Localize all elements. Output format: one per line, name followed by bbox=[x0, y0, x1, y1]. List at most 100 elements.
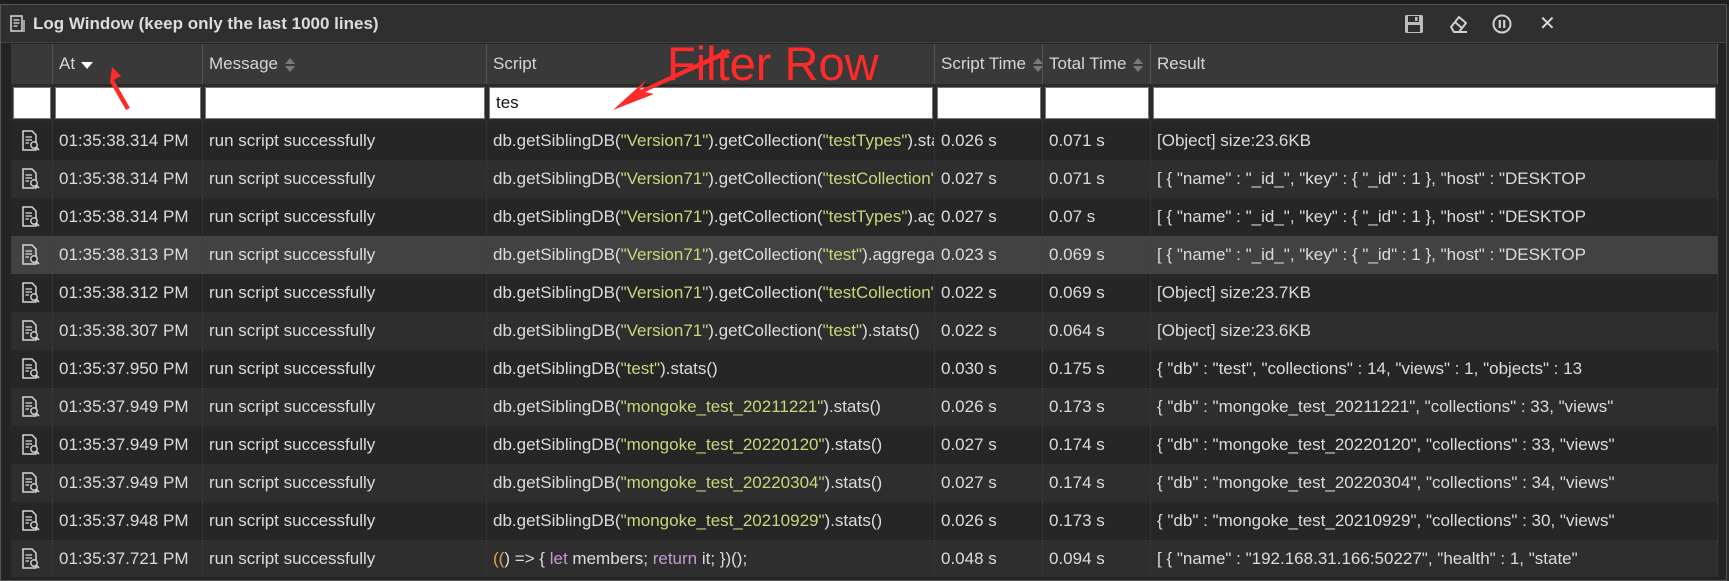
filter-input-script[interactable] bbox=[489, 87, 933, 119]
cell-at: 01:35:38.307 PM bbox=[53, 312, 203, 350]
cell-result: [Object] size:23.6KB bbox=[1151, 122, 1718, 160]
cell-message: run script successfully bbox=[203, 122, 487, 160]
row-icon-cell bbox=[11, 122, 53, 160]
column-header-script-time[interactable]: Script Time bbox=[935, 44, 1043, 84]
cell-total-time: 0.071 s bbox=[1043, 160, 1151, 198]
cell-result: { "db" : "test", "collections" : 14, "vi… bbox=[1151, 350, 1718, 388]
cell-script-time: 0.027 s bbox=[935, 160, 1043, 198]
log-entry-icon[interactable] bbox=[21, 510, 41, 532]
cell-at: 01:35:38.313 PM bbox=[53, 236, 203, 274]
table-row[interactable]: 01:35:37.949 PM run script successfully db… bbox=[11, 388, 1718, 426]
sort-both-icon[interactable] bbox=[1131, 57, 1145, 73]
cell-total-time: 0.175 s bbox=[1043, 350, 1151, 388]
cell-result: { "db" : "mongoke_test_20220304", "colle… bbox=[1151, 464, 1718, 502]
column-header-label: Total Time bbox=[1049, 54, 1127, 73]
table-row[interactable]: 01:35:37.948 PM run script successfully db… bbox=[11, 502, 1718, 540]
cell-script-time: 0.048 s bbox=[935, 540, 1043, 577]
filter-input-total-time[interactable] bbox=[1045, 87, 1149, 119]
sort-both-icon[interactable] bbox=[1031, 57, 1043, 73]
column-header-result[interactable]: Result bbox=[1151, 44, 1718, 84]
cell-script: db.getSiblingDB("mongoke_test_20220304")… bbox=[487, 464, 935, 502]
window-title: Log Window (keep only the last 1000 line… bbox=[33, 14, 379, 33]
table-row[interactable]: 01:35:38.307 PM run script successfully db… bbox=[11, 312, 1718, 350]
log-entry-icon[interactable] bbox=[21, 320, 41, 342]
log-entry-icon[interactable] bbox=[21, 168, 41, 190]
log-entry-icon[interactable] bbox=[21, 396, 41, 418]
table-row[interactable]: 01:35:38.314 PM run script successfully db… bbox=[11, 160, 1718, 198]
cell-total-time: 0.07 s bbox=[1043, 198, 1151, 236]
column-header-message[interactable]: Message bbox=[203, 44, 487, 84]
log-entry-icon[interactable] bbox=[21, 130, 41, 152]
cell-at: 01:35:37.949 PM bbox=[53, 426, 203, 464]
cell-at: 01:35:37.949 PM bbox=[53, 464, 203, 502]
log-entry-icon[interactable] bbox=[21, 358, 41, 380]
cell-script: db.getSiblingDB("Version71").getCollecti… bbox=[487, 236, 935, 274]
eraser-icon[interactable] bbox=[1447, 13, 1469, 35]
cell-at: 01:35:37.721 PM bbox=[53, 540, 203, 577]
cell-total-time: 0.069 s bbox=[1043, 274, 1151, 312]
filter-cell-result bbox=[1151, 84, 1718, 122]
log-entry-icon[interactable] bbox=[21, 434, 41, 456]
cell-result: [Object] size:23.6KB bbox=[1151, 312, 1718, 350]
cell-total-time: 0.174 s bbox=[1043, 426, 1151, 464]
row-icon-cell bbox=[11, 388, 53, 426]
cell-script: db.getSiblingDB("mongoke_test_20210929")… bbox=[487, 502, 935, 540]
cell-result: [Object] size:23.7KB bbox=[1151, 274, 1718, 312]
table-row[interactable]: 01:35:37.949 PM run script successfully db… bbox=[11, 464, 1718, 502]
cell-result: { "db" : "mongoke_test_20210929", "colle… bbox=[1151, 502, 1718, 540]
table-row[interactable]: 01:35:37.949 PM run script successfully db… bbox=[11, 426, 1718, 464]
filter-input-result[interactable] bbox=[1153, 87, 1716, 119]
table-row[interactable]: 01:35:37.950 PM run script successfully db… bbox=[11, 350, 1718, 388]
cell-script-time: 0.027 s bbox=[935, 426, 1043, 464]
row-icon-cell bbox=[11, 426, 53, 464]
cell-message: run script successfully bbox=[203, 388, 487, 426]
table-row[interactable]: 01:35:38.313 PM run script successfully db… bbox=[11, 236, 1718, 274]
cell-script-time: 0.022 s bbox=[935, 274, 1043, 312]
cell-result: [ { "name" : "_id_", "key" : { "_id" : 1… bbox=[1151, 160, 1718, 198]
save-icon[interactable] bbox=[1403, 13, 1425, 35]
filter-input-icon[interactable] bbox=[13, 87, 51, 119]
cell-message: run script successfully bbox=[203, 312, 487, 350]
log-entry-icon[interactable] bbox=[21, 548, 41, 570]
cell-script-time: 0.026 s bbox=[935, 388, 1043, 426]
log-entry-icon[interactable] bbox=[21, 206, 41, 228]
column-header-label: Result bbox=[1157, 54, 1206, 73]
cell-message: run script successfully bbox=[203, 274, 487, 312]
cell-result: [ { "name" : "_id_", "key" : { "_id" : 1… bbox=[1151, 236, 1718, 274]
column-header-label: At bbox=[59, 54, 76, 73]
cell-at: 01:35:37.950 PM bbox=[53, 350, 203, 388]
column-header-total-time[interactable]: Total Time bbox=[1043, 44, 1151, 84]
column-header-label: Script Time bbox=[941, 54, 1027, 73]
table-row[interactable]: 01:35:38.314 PM run script successfully db… bbox=[11, 122, 1718, 160]
table-row[interactable]: 01:35:38.312 PM run script successfully db… bbox=[11, 274, 1718, 312]
row-icon-cell bbox=[11, 350, 53, 388]
filter-input-at[interactable] bbox=[55, 87, 201, 119]
cell-script: db.getSiblingDB("Version71").getCollecti… bbox=[487, 198, 935, 236]
cell-total-time: 0.174 s bbox=[1043, 464, 1151, 502]
sort-desc-icon[interactable] bbox=[80, 57, 94, 73]
cell-result: { "db" : "mongoke_test_20211221", "colle… bbox=[1151, 388, 1718, 426]
column-header-at[interactable]: At bbox=[53, 44, 203, 84]
sort-both-icon[interactable] bbox=[283, 57, 297, 73]
table-row[interactable]: 01:35:37.721 PM run script successfully((… bbox=[11, 540, 1718, 577]
filter-cell-total-time bbox=[1043, 84, 1151, 122]
cell-total-time: 0.173 s bbox=[1043, 388, 1151, 426]
annotation-filter-row-label: Filter Row bbox=[667, 37, 879, 90]
row-icon-cell bbox=[11, 198, 53, 236]
row-icon-cell bbox=[11, 540, 53, 577]
pause-icon[interactable] bbox=[1491, 13, 1513, 35]
cell-total-time: 0.094 s bbox=[1043, 540, 1151, 577]
column-header-label: Script bbox=[493, 54, 537, 73]
column-header-icon[interactable] bbox=[11, 44, 53, 84]
row-icon-cell bbox=[11, 160, 53, 198]
filter-input-message[interactable] bbox=[205, 87, 485, 119]
log-entry-icon[interactable] bbox=[21, 472, 41, 494]
filter-input-script-time[interactable] bbox=[937, 87, 1041, 119]
cell-total-time: 0.069 s bbox=[1043, 236, 1151, 274]
log-entry-icon[interactable] bbox=[21, 282, 41, 304]
log-entry-icon[interactable] bbox=[21, 244, 41, 266]
cell-total-time: 0.064 s bbox=[1043, 312, 1151, 350]
table-row[interactable]: 01:35:38.314 PM run script successfully db… bbox=[11, 198, 1718, 236]
cell-at: 01:35:38.312 PM bbox=[53, 274, 203, 312]
close-icon[interactable]: ✕ bbox=[1539, 11, 1561, 35]
